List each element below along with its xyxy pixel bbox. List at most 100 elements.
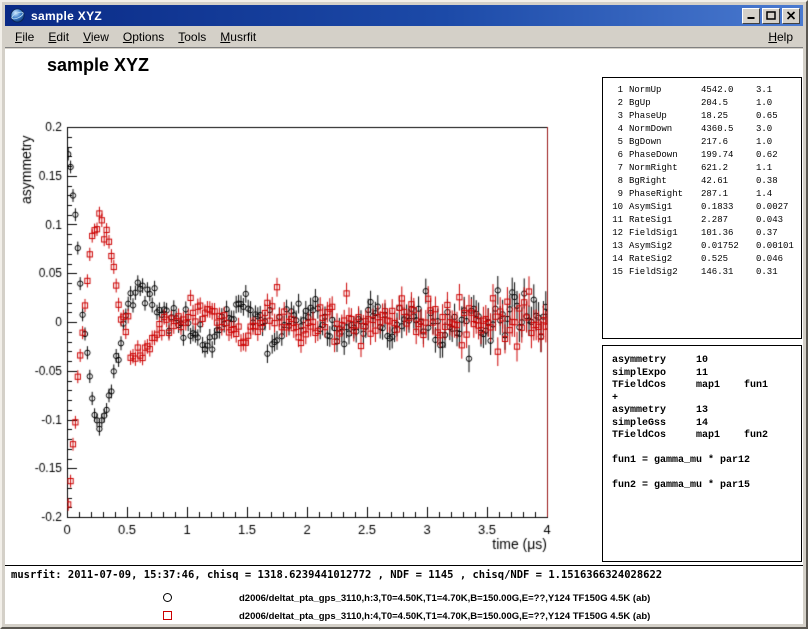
parameter-row: 10AsymSig10.18330.0027: [609, 201, 801, 214]
close-button[interactable]: [782, 8, 800, 24]
param-value: 101.36: [701, 227, 756, 240]
theory-box: asymmetry 10simplExpo 11TFieldCos map1 f…: [602, 345, 802, 562]
legend-entry: d2006/deltat_pta_gps_3110,h:4,T0=4.50K,T…: [5, 608, 803, 624]
param-value: 621.2: [701, 162, 756, 175]
menu-right-group: Help: [761, 27, 800, 47]
theory-line: TFieldCos map1 fun1: [612, 380, 801, 393]
param-idx: 15: [609, 266, 623, 279]
param-value: 199.74: [701, 149, 756, 162]
parameter-row: 8BgRight42.610.38: [609, 175, 801, 188]
param-error: 3.0: [756, 123, 801, 136]
theory-line: fun1 = gamma_mu * par12: [612, 455, 801, 468]
param-error: 1.4: [756, 188, 801, 201]
theory-line: simplExpo 11: [612, 368, 801, 381]
maximize-icon: [766, 11, 776, 20]
param-value: 2.287: [701, 214, 756, 227]
theory-line: [612, 468, 801, 481]
theory-line: [612, 443, 801, 456]
parameter-row: 3PhaseUp18.250.65: [609, 110, 801, 123]
parameter-row: 1NormUp4542.03.1: [609, 84, 801, 97]
maximize-button[interactable]: [762, 8, 780, 24]
param-value: 4542.0: [701, 84, 756, 97]
close-icon: [786, 11, 796, 20]
parameter-row: 14RateSig20.5250.046: [609, 253, 801, 266]
param-idx: 6: [609, 149, 623, 162]
param-error: 0.62: [756, 149, 801, 162]
legend-label: d2006/deltat_pta_gps_3110,h:4,T0=4.50K,T…: [239, 609, 650, 624]
param-name: FieldSig2: [629, 266, 701, 279]
param-idx: 8: [609, 175, 623, 188]
param-value: 204.5: [701, 97, 756, 110]
param-idx: 11: [609, 214, 623, 227]
param-error: 1.0: [756, 136, 801, 149]
param-value: 0.01752: [701, 240, 756, 253]
root-canvas-area: sample XYZ 1NormUp4542.03.12BgUp204.51.0…: [5, 49, 803, 624]
param-name: NormRight: [629, 162, 701, 175]
parameter-row: 9PhaseRight287.11.4: [609, 188, 801, 201]
param-name: PhaseRight: [629, 188, 701, 201]
legend-marker-circle-icon: [163, 593, 172, 602]
param-error: 0.043: [756, 214, 801, 227]
theory-line: fun2 = gamma_mu * par15: [612, 480, 801, 493]
param-error: 1.0: [756, 97, 801, 110]
theory-line: +: [612, 393, 801, 406]
menu-item-help[interactable]: Help: [761, 27, 800, 47]
menu-item-edit[interactable]: Edit: [41, 27, 76, 47]
param-value: 4360.5: [701, 123, 756, 136]
param-name: BgDown: [629, 136, 701, 149]
param-name: NormUp: [629, 84, 701, 97]
theory-line: simpleGss 14: [612, 418, 801, 431]
param-name: AsymSig1: [629, 201, 701, 214]
parameter-row: 13AsymSig20.017520.00101: [609, 240, 801, 253]
param-idx: 1: [609, 84, 623, 97]
param-idx: 4: [609, 123, 623, 136]
window-controls: [740, 8, 800, 24]
minimize-button[interactable]: [742, 8, 760, 24]
param-name: NormDown: [629, 123, 701, 136]
param-name: PhaseUp: [629, 110, 701, 123]
menu-item-tools[interactable]: Tools: [171, 27, 213, 47]
app-icon: [10, 8, 25, 23]
theory-line: asymmetry 10: [612, 355, 801, 368]
param-name: RateSig1: [629, 214, 701, 227]
param-name: RateSig2: [629, 253, 701, 266]
param-idx: 5: [609, 136, 623, 149]
param-error: 0.046: [756, 253, 801, 266]
parameter-row: 11 RateSig12.2870.043: [609, 214, 801, 227]
parameter-row: 5 BgDown217.61.0: [609, 136, 801, 149]
minimize-icon: [746, 11, 756, 20]
footer-separator: [5, 565, 803, 566]
legend-marker-square-icon: [163, 611, 172, 620]
parameter-row: 12FieldSig1101.360.37: [609, 227, 801, 240]
menu-left-group: FileEditViewOptionsToolsMusrfit: [8, 27, 263, 47]
parameter-row: 4 NormDown4360.53.0: [609, 123, 801, 136]
fit-parameters-box: 1NormUp4542.03.12BgUp204.51.03PhaseUp18.…: [602, 77, 802, 339]
legend-label: d2006/deltat_pta_gps_3110,h:3,T0=4.50K,T…: [239, 591, 650, 606]
menu-item-view[interactable]: View: [76, 27, 116, 47]
param-error: 1.1: [756, 162, 801, 175]
window-title: sample XYZ: [31, 9, 740, 23]
parameter-row: 7 NormRight621.21.1: [609, 162, 801, 175]
param-idx: 7: [609, 162, 623, 175]
param-error: 0.00101: [756, 240, 801, 253]
legend-entry: d2006/deltat_pta_gps_3110,h:3,T0=4.50K,T…: [5, 590, 803, 606]
param-name: PhaseDown: [629, 149, 701, 162]
fit-status-line: musrfit: 2011-07-09, 15:37:46, chisq = 1…: [11, 569, 801, 581]
musr-asymmetry-plot[interactable]: [5, 49, 605, 561]
param-idx: 3: [609, 110, 623, 123]
param-value: 217.6: [701, 136, 756, 149]
param-idx: 12: [609, 227, 623, 240]
menu-item-options[interactable]: Options: [116, 27, 171, 47]
titlebar[interactable]: sample XYZ: [5, 5, 803, 26]
param-error: 0.31: [756, 266, 801, 279]
menu-item-musrfit[interactable]: Musrfit: [213, 27, 263, 47]
param-name: BgRight: [629, 175, 701, 188]
parameter-row: 2BgUp204.51.0: [609, 97, 801, 110]
param-name: BgUp: [629, 97, 701, 110]
param-value: 0.525: [701, 253, 756, 266]
param-name: AsymSig2: [629, 240, 701, 253]
parameter-row: 15FieldSig2146.310.31: [609, 266, 801, 279]
param-error: 0.65: [756, 110, 801, 123]
param-error: 0.37: [756, 227, 801, 240]
menu-item-file[interactable]: File: [8, 27, 41, 47]
